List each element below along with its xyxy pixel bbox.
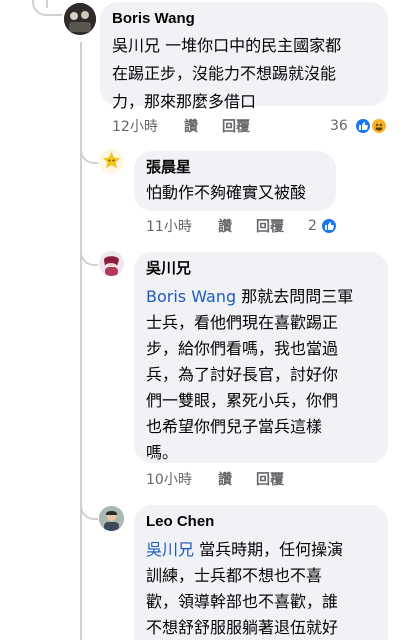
comment-timestamp[interactable]: 12小時 [112,118,158,136]
comment-bubble: Boris Wang 吳川兄 一堆你口中的民主國家都 在踢正步，沒能力不想踢就沒… [100,2,388,111]
comment-text: 怕動作不夠確實又被酸 [146,183,307,202]
comment-author[interactable]: 吳川兄 [146,259,376,279]
comment-author[interactable]: Boris Wang [112,9,376,29]
thread-connector [80,140,98,164]
like-reaction-icon [320,217,338,235]
comment-text: Boris Wang 那就去問問三軍 士兵，看他們現在喜歡踢正 步，給你們看嗎，… [146,287,354,462]
comment-bubble: 吳川兄 Boris Wang 那就去問問三軍 士兵，看他們現在喜歡踢正 步，給你… [134,252,388,463]
reaction-summary[interactable]: 36 [330,116,392,138]
comment-text: 吳川兄 一堆你口中的民主國家都 在踢正步，沒能力不想踢就沒能 力，那來那麼多借口 [112,36,342,111]
comment-bubble: Leo Chen 吳川兄 當兵時期，任何操演 訓練，士兵都不想也不喜 歡，領導幹… [134,505,388,640]
thread-connector [80,242,98,266]
comment-author[interactable]: Leo Chen [146,512,376,532]
comment-text: 吳川兄 當兵時期，任何操演 訓練，士兵都不想也不喜 歡，領導幹部也不喜歡，誰 不… [146,540,344,637]
comment-bubble: 張晨星 怕動作不夠確實又被酸 [134,151,336,211]
avatar[interactable] [64,3,96,35]
thread-line [80,42,82,640]
haha-reaction-icon [370,117,388,135]
reaction-summary[interactable]: 2 [308,216,344,238]
reply-button[interactable]: 回覆 [222,118,250,136]
reaction-count: 2 [308,218,317,234]
mention-link[interactable]: Boris Wang [146,287,236,306]
reply-button[interactable]: 回覆 [256,218,284,236]
avatar[interactable] [99,149,124,174]
avatar[interactable] [99,251,124,276]
like-button[interactable]: 讚 [218,218,232,236]
reaction-count: 36 [330,118,348,134]
like-button[interactable]: 讚 [218,471,232,489]
reply-button[interactable]: 回覆 [256,471,284,489]
like-button[interactable]: 讚 [184,118,198,136]
comment-author[interactable]: 張晨星 [146,158,324,178]
thread-connector [80,496,98,520]
mention-link[interactable]: 吳川兄 [146,540,194,559]
avatar[interactable] [99,506,124,531]
comment-timestamp[interactable]: 11小時 [146,218,192,236]
thread-connector [32,0,62,16]
comment-timestamp[interactable]: 10小時 [146,471,192,489]
comment-actions: 10小時 讚 回覆 [146,471,346,491]
